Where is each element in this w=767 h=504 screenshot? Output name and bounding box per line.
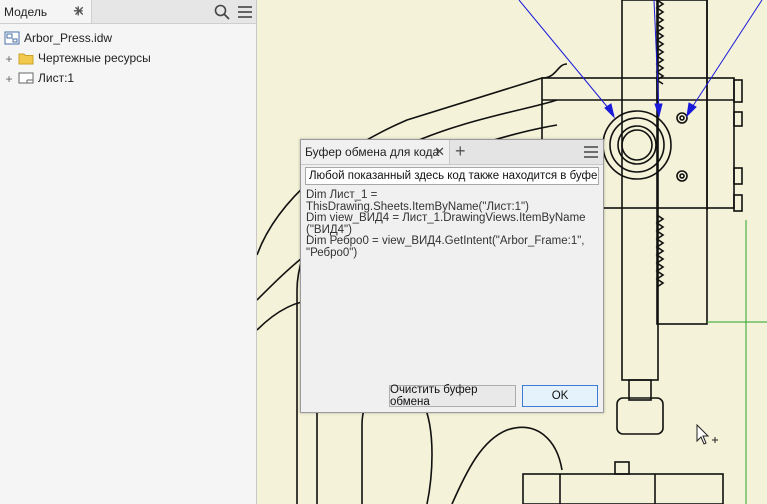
tab-model-label: Модель xyxy=(4,4,48,19)
model-browser: Модель ✕ + Arbor_Press.idw + Чертежные р… xyxy=(0,0,257,504)
tree-item-drawing-resources[interactable]: + Чертежные ресурсы xyxy=(0,48,256,68)
sheet-icon xyxy=(18,72,34,84)
tree-item-label: Лист:1 xyxy=(38,71,75,85)
folder-icon xyxy=(18,53,34,65)
menu-icon[interactable] xyxy=(236,3,254,21)
browser-tree: Arbor_Press.idw + Чертежные ресурсы + Ли… xyxy=(0,24,256,88)
browser-tab-bar: Модель ✕ + xyxy=(0,0,256,24)
tree-item-sheet[interactable]: + Лист:1 xyxy=(0,68,256,88)
close-icon[interactable]: ✕ xyxy=(434,144,445,160)
code-line: Dim Лист_1 = ThisDrawing.Sheets.ItemByNa… xyxy=(306,189,529,213)
tree-item-document[interactable]: Arbor_Press.idw xyxy=(0,28,256,48)
ok-button[interactable]: OK xyxy=(522,385,598,407)
code-text-area[interactable]: Dim Лист_1 = ThisDrawing.Sheets.ItemByNa… xyxy=(306,189,598,259)
expand-icon[interactable]: + xyxy=(4,52,14,66)
code-line: Dim Ребро0 = view_ВИД4.GetIntent("Arbor_… xyxy=(306,235,585,259)
dialog-tab-bar: Буфер обмена для кода ✕ + xyxy=(301,140,603,165)
expand-icon[interactable]: + xyxy=(4,72,14,86)
tab-code-clipboard[interactable]: Буфер обмена для кода ✕ xyxy=(301,140,450,164)
add-tab-icon[interactable]: + xyxy=(455,141,466,162)
tree-item-label: Arbor_Press.idw xyxy=(24,31,113,45)
drawing-file-icon xyxy=(4,31,20,45)
search-icon[interactable] xyxy=(213,3,231,21)
tree-item-label: Чертежные ресурсы xyxy=(38,51,151,65)
clipboard-info-field: Любой показанный здесь код также находит… xyxy=(305,167,599,185)
add-tab-icon[interactable]: + xyxy=(73,1,84,22)
code-clipboard-dialog: Буфер обмена для кода ✕ + Любой показанн… xyxy=(300,139,604,413)
menu-icon[interactable] xyxy=(583,144,599,160)
clear-clipboard-button[interactable]: Очистить буфер обмена xyxy=(389,384,516,408)
dialog-title: Буфер обмена для кода xyxy=(305,145,440,159)
code-line: Dim view_ВИД4 = Лист_1.DrawingViews.Item… xyxy=(306,212,586,236)
